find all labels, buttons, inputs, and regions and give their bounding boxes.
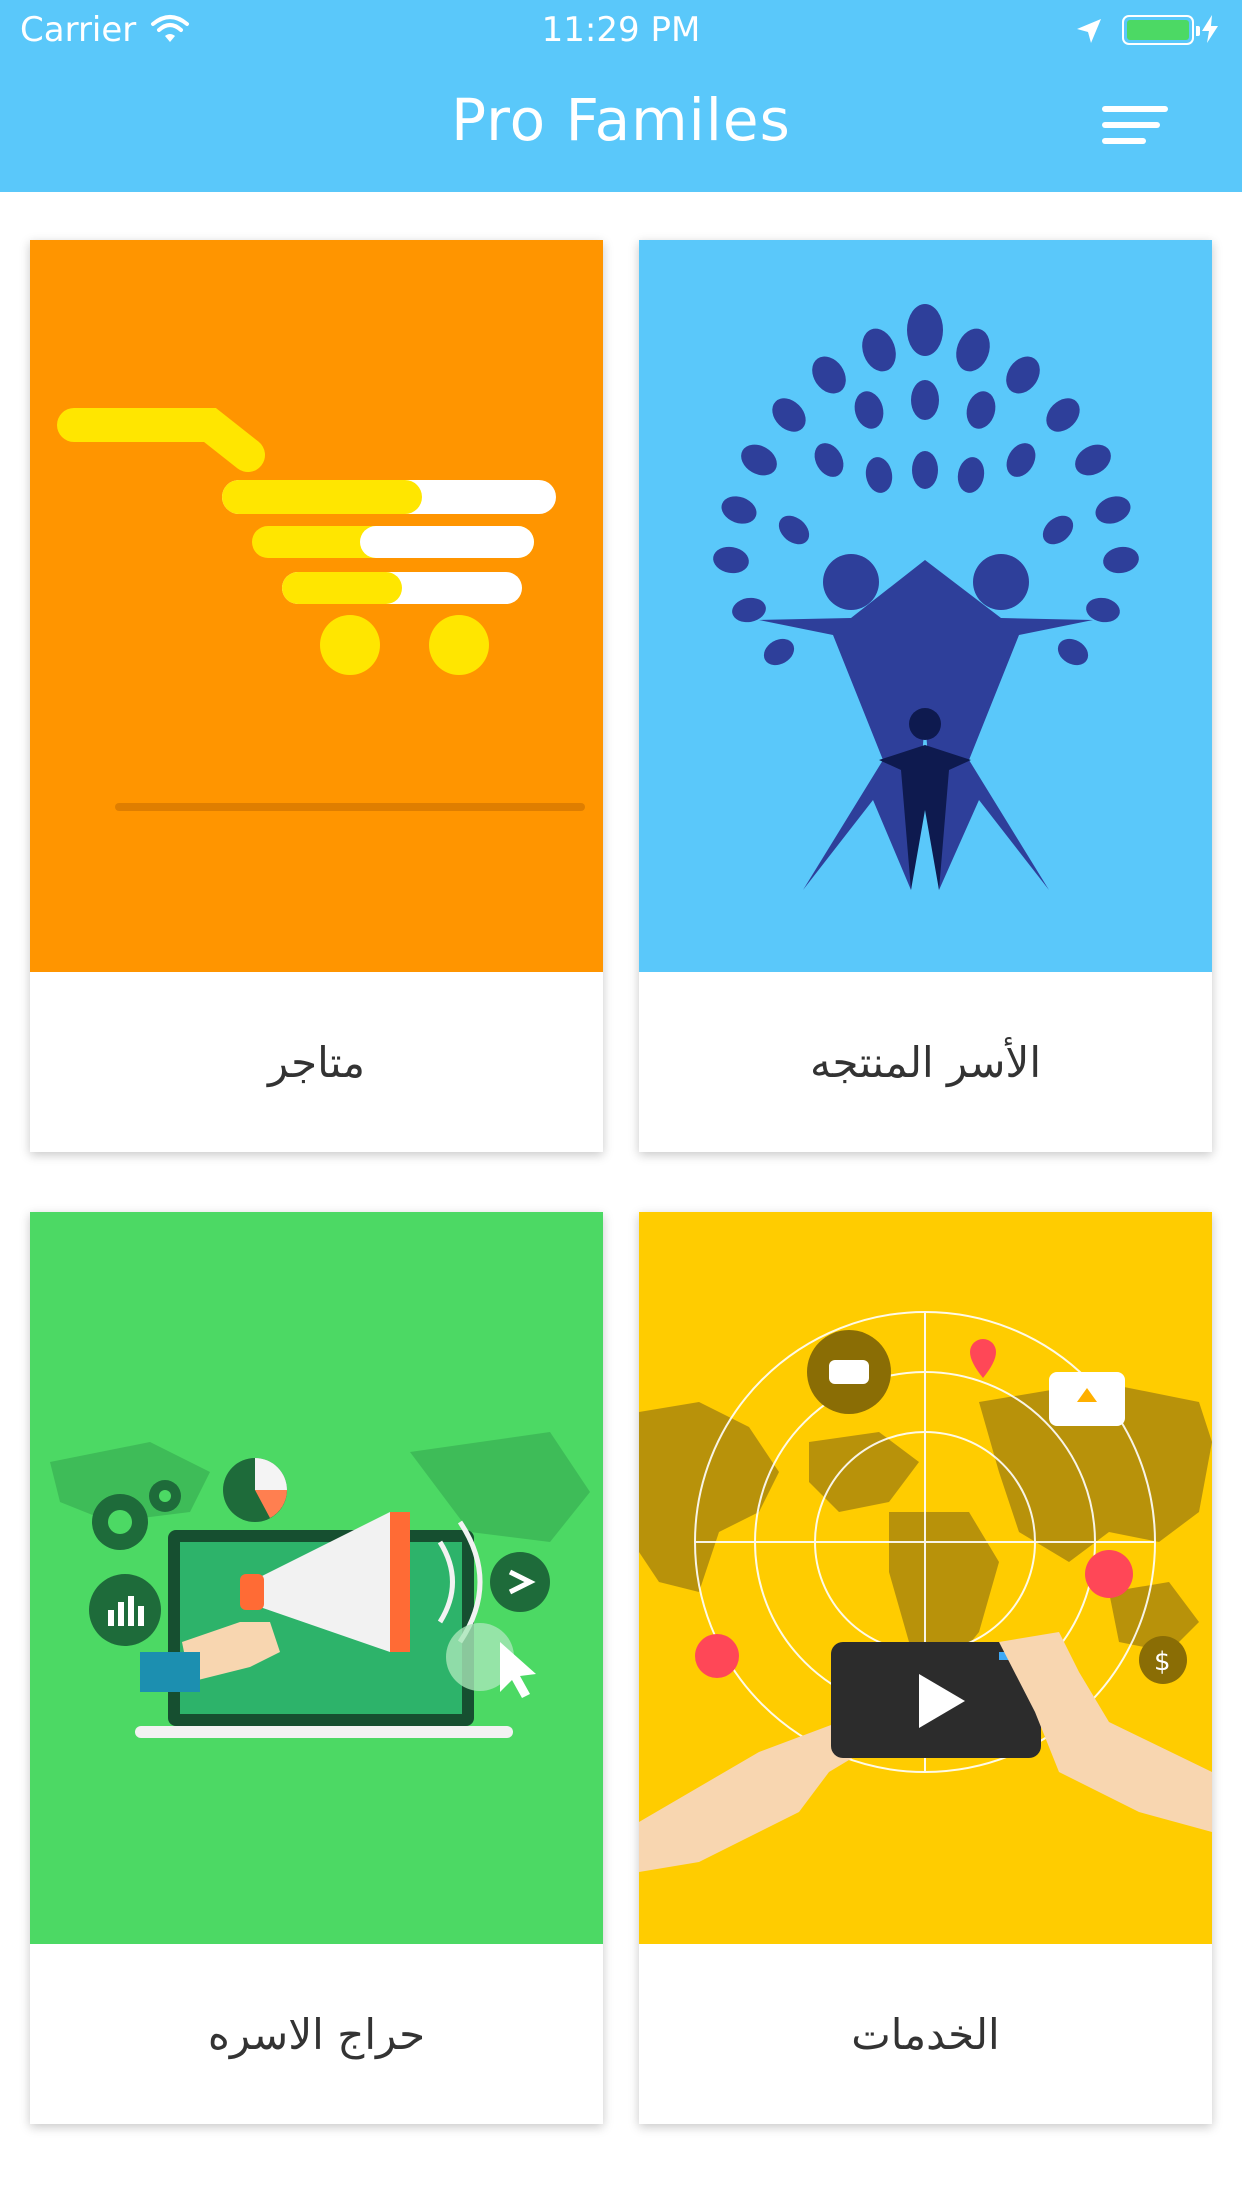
menu-icon xyxy=(1102,106,1168,112)
location-arrow-icon xyxy=(1074,16,1104,50)
status-time: 11:29 PM xyxy=(541,10,701,50)
battery-icon xyxy=(1122,15,1200,45)
card-label: الخدمات xyxy=(851,2009,1000,2059)
charging-bolt-icon xyxy=(1200,14,1220,48)
world-services-icon: $ xyxy=(639,1212,1212,1944)
status-bar: Carrier 11:29 PM xyxy=(0,0,1242,62)
card-label: حراج الاسره xyxy=(207,2009,426,2059)
page-title: Pro Familes xyxy=(451,86,791,154)
menu-icon-line xyxy=(1102,138,1146,144)
card-family-auction[interactable]: حراج الاسره xyxy=(30,1212,603,2124)
menu-button[interactable] xyxy=(1096,98,1176,152)
marketing-megaphone-icon xyxy=(30,1212,603,1944)
card-label: متاجر xyxy=(267,1037,366,1087)
menu-icon-line xyxy=(1102,122,1160,128)
card-stores[interactable]: متاجر xyxy=(30,240,603,1152)
shopping-cart-icon xyxy=(30,240,603,972)
family-tree-icon xyxy=(639,240,1212,972)
svg-text:$: $ xyxy=(1154,1647,1171,1677)
card-label: الأسر المنتجه xyxy=(809,1037,1042,1087)
card-services[interactable]: $ الخدمات xyxy=(639,1212,1212,2124)
app-bar: Carrier 11:29 PM Pro Familes xyxy=(0,0,1242,192)
card-productive-families[interactable]: الأسر المنتجه xyxy=(639,240,1212,1152)
